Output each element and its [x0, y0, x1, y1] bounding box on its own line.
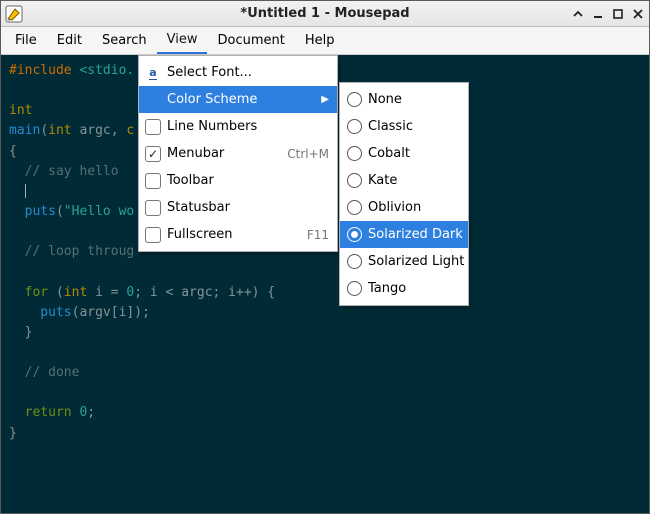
menu-color-scheme[interactable]: Color Scheme ▶	[139, 86, 337, 113]
menu-statusbar[interactable]: Statusbar	[139, 194, 337, 221]
scheme-solarized-light[interactable]: Solarized Light	[340, 248, 468, 275]
radio-checked-icon	[347, 227, 362, 242]
view-dropdown: a Select Font... Color Scheme ▶ Line Num…	[138, 55, 338, 252]
maximize-icon[interactable]	[611, 7, 625, 21]
radio-icon	[347, 119, 362, 134]
scheme-none[interactable]: None	[340, 86, 468, 113]
radio-icon	[347, 173, 362, 188]
menu-toolbar[interactable]: Toolbar	[139, 167, 337, 194]
minimize-icon[interactable]	[591, 7, 605, 21]
radio-icon	[347, 281, 362, 296]
scheme-cobalt[interactable]: Cobalt	[340, 140, 468, 167]
scheme-tango[interactable]: Tango	[340, 275, 468, 302]
checkbox-unchecked-icon	[145, 227, 161, 243]
menu-menubar[interactable]: Menubar Ctrl+M	[139, 140, 337, 167]
window-title: *Untitled 1 - Mousepad	[240, 6, 409, 21]
menu-view[interactable]: View	[157, 27, 208, 54]
checkbox-unchecked-icon	[145, 200, 161, 216]
checkbox-unchecked-icon	[145, 173, 161, 189]
radio-icon	[347, 254, 362, 269]
radio-icon	[347, 146, 362, 161]
menu-edit[interactable]: Edit	[47, 27, 92, 54]
font-icon: a	[149, 66, 156, 80]
menu-line-numbers[interactable]: Line Numbers	[139, 113, 337, 140]
text-caret	[25, 184, 26, 198]
scheme-classic[interactable]: Classic	[340, 113, 468, 140]
scheme-solarized-dark[interactable]: Solarized Dark	[340, 221, 468, 248]
app-icon	[5, 5, 23, 23]
menu-select-font[interactable]: a Select Font...	[139, 59, 337, 86]
titlebar[interactable]: *Untitled 1 - Mousepad	[1, 1, 649, 27]
close-icon[interactable]	[631, 7, 645, 21]
chevron-right-icon: ▶	[321, 94, 329, 105]
menubar: File Edit Search View Document Help	[1, 27, 649, 55]
menu-search[interactable]: Search	[92, 27, 157, 54]
radio-icon	[347, 200, 362, 215]
scheme-kate[interactable]: Kate	[340, 167, 468, 194]
rollup-icon[interactable]	[571, 7, 585, 21]
menu-document[interactable]: Document	[207, 27, 294, 54]
checkbox-checked-icon	[145, 146, 161, 162]
checkbox-unchecked-icon	[145, 119, 161, 135]
menu-file[interactable]: File	[5, 27, 47, 54]
menu-fullscreen[interactable]: Fullscreen F11	[139, 221, 337, 248]
color-scheme-submenu: None Classic Cobalt Kate Oblivion Solari…	[339, 82, 469, 306]
radio-icon	[347, 92, 362, 107]
scheme-oblivion[interactable]: Oblivion	[340, 194, 468, 221]
window-controls	[571, 7, 645, 21]
menu-help[interactable]: Help	[295, 27, 345, 54]
